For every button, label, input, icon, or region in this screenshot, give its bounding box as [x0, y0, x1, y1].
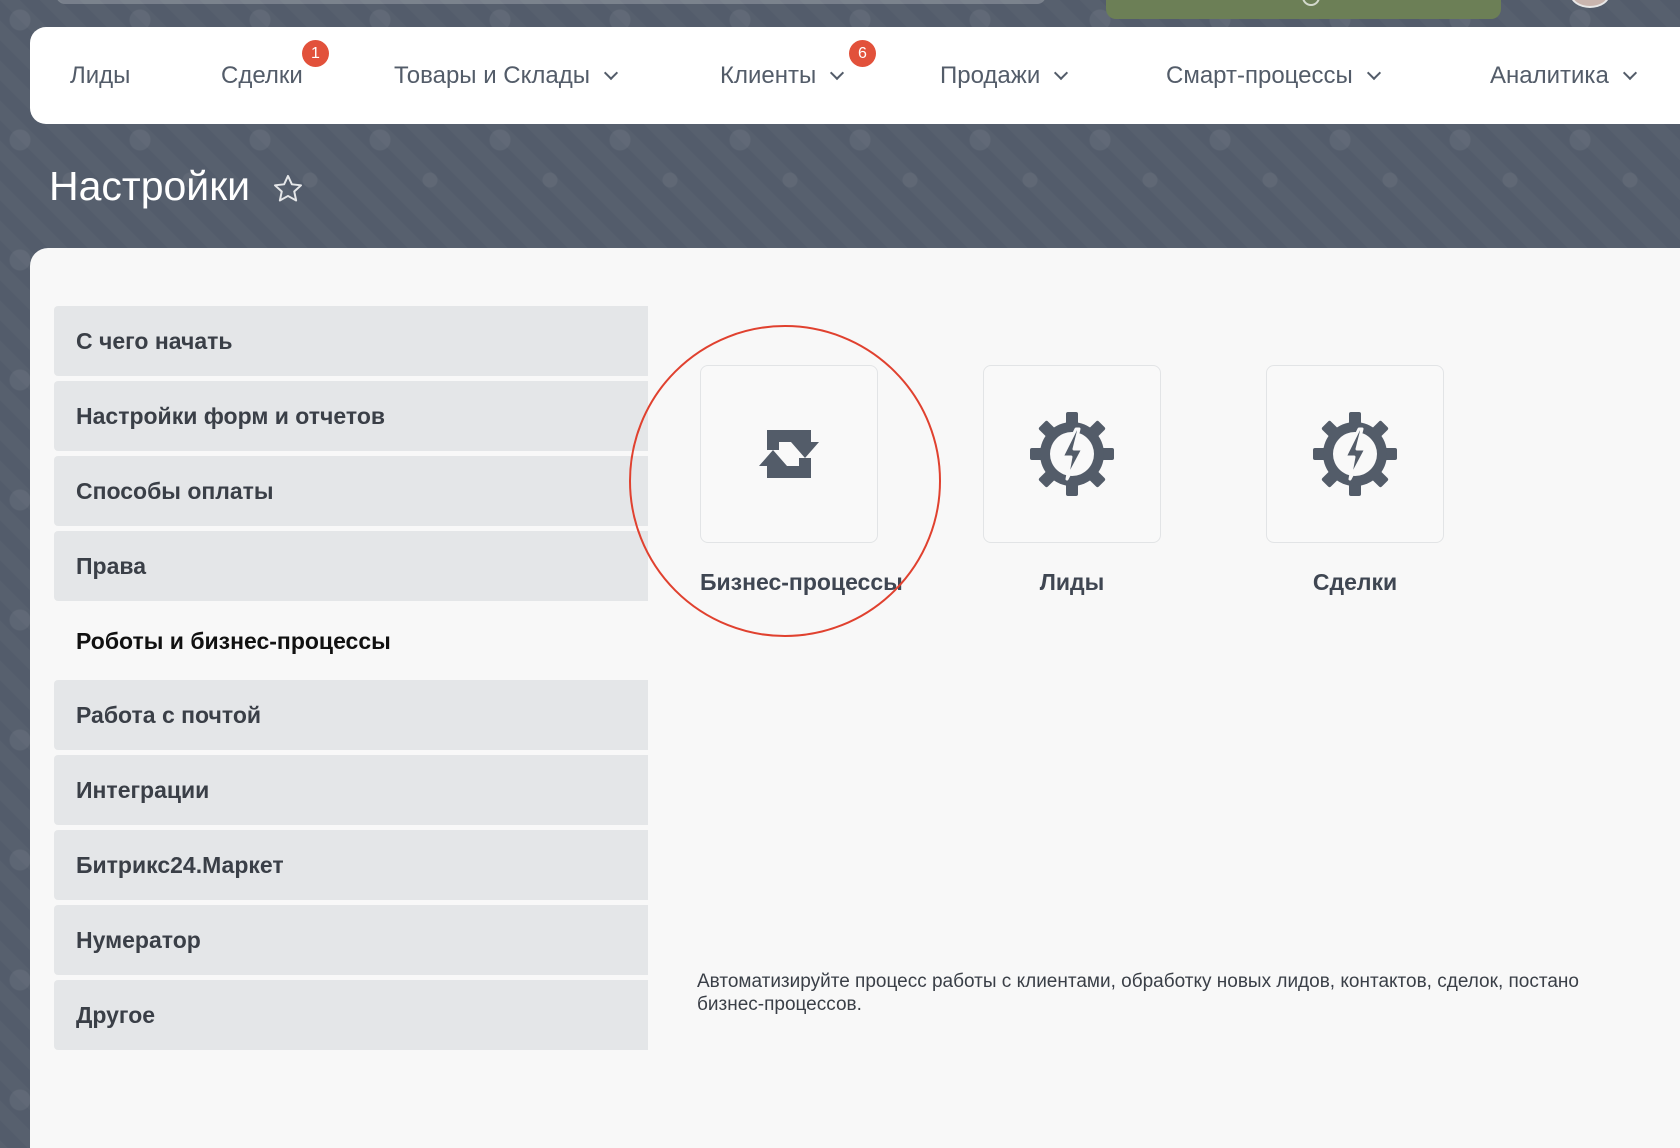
tile-label: Лиды [1039, 569, 1105, 595]
nav-item-products[interactable]: Товары и Склады [394, 27, 619, 124]
refresh-arrows-icon [759, 430, 819, 478]
sidebar-item-label: Роботы и бизнес-процессы [76, 627, 391, 654]
sidebar-item-label: Настройки форм и отчетов [76, 402, 386, 429]
chevron-down-icon [1366, 65, 1381, 80]
tile-deals[interactable]: Сделки [1266, 365, 1444, 596]
top-navigation: Лиды Сделки 1 Товары и Склады Клиенты 6 … [30, 27, 1680, 124]
tile-icon-box [983, 365, 1161, 543]
refresh-icon [1302, 0, 1320, 6]
nav-item-clients[interactable]: Клиенты [720, 27, 845, 124]
sidebar-item-label: Битрикс24.Маркет [76, 851, 284, 878]
star-icon[interactable] [271, 172, 305, 206]
nav-item-analytics[interactable]: Аналитика [1490, 27, 1637, 124]
gear-lightning-icon [1030, 412, 1114, 496]
description-line: бизнес-процессов. [697, 994, 862, 1015]
tile-icon-box [1266, 365, 1444, 543]
tile-label: Сделки [1312, 569, 1398, 595]
nav-item-label: Товары и Склады [394, 61, 591, 89]
tile-business-processes[interactable]: Бизнес-процессы [700, 365, 903, 596]
nav-item-smart-processes[interactable]: Смарт-процессы [1166, 27, 1381, 124]
nav-item-label: Сделки [221, 61, 303, 89]
sidebar-item-permissions[interactable]: Права [54, 531, 648, 601]
tile-icon-box [700, 365, 878, 543]
nav-item-leads[interactable]: Лиды [70, 27, 130, 124]
sidebar-item-integrations[interactable]: Интеграции [54, 755, 648, 825]
nav-item-label: Продажи [940, 61, 1041, 89]
chevron-down-icon [603, 65, 619, 80]
avatar[interactable] [1570, 0, 1610, 8]
sidebar-item-robots-bp[interactable]: Роботы и бизнес-процессы [54, 606, 648, 676]
sidebar-item-forms-reports[interactable]: Настройки форм и отчетов [54, 381, 648, 451]
sidebar-item-market[interactable]: Битрикс24.Маркет [54, 830, 648, 900]
clients-count-badge: 6 [849, 40, 876, 67]
sidebar-item-label: Способы оплаты [76, 477, 274, 504]
top-bar-remnant [0, 0, 1680, 28]
search-bar-edge[interactable] [56, 0, 1046, 4]
page-title: Настройки [49, 163, 251, 209]
sidebar-item-label: Работа с почтой [76, 701, 262, 728]
sidebar-item-label: С чего начать [76, 327, 233, 354]
sidebar-item-label: Права [76, 552, 146, 579]
nav-item-label: Лиды [70, 61, 131, 89]
tile-label: Бизнес-процессы [700, 569, 903, 595]
sidebar-item-label: Интеграции [76, 776, 210, 803]
nav-item-deals[interactable]: Сделки [221, 27, 303, 124]
sidebar-item-label: Нумератор [76, 926, 201, 953]
sidebar-item-payment-methods[interactable]: Способы оплаты [54, 456, 648, 526]
section-description: Автоматизируйте процесс работы с клиента… [697, 970, 1680, 1016]
sidebar-item-mail[interactable]: Работа с почтой [54, 680, 648, 750]
sidebar-item-label: Другое [76, 1001, 156, 1028]
nav-item-label: Клиенты [720, 61, 817, 89]
chevron-down-icon [830, 65, 845, 80]
nav-item-label: Аналитика [1490, 61, 1609, 89]
tile-leads[interactable]: Лиды [983, 365, 1161, 596]
sidebar-item-numerator[interactable]: Нумератор [54, 905, 648, 975]
sidebar-item-other[interactable]: Другое [54, 980, 648, 1050]
description-line: Автоматизируйте процесс работы с клиента… [697, 971, 1579, 992]
nav-item-label: Смарт-процессы [1166, 61, 1353, 89]
chevron-down-icon [1054, 65, 1069, 80]
green-button-edge[interactable] [1106, 0, 1501, 19]
deals-count-badge: 1 [302, 40, 329, 67]
sidebar-item-getting-started[interactable]: С чего начать [54, 306, 648, 376]
chevron-down-icon [1622, 65, 1637, 80]
gear-lightning-icon [1313, 412, 1397, 496]
nav-item-sales[interactable]: Продажи [940, 27, 1069, 124]
